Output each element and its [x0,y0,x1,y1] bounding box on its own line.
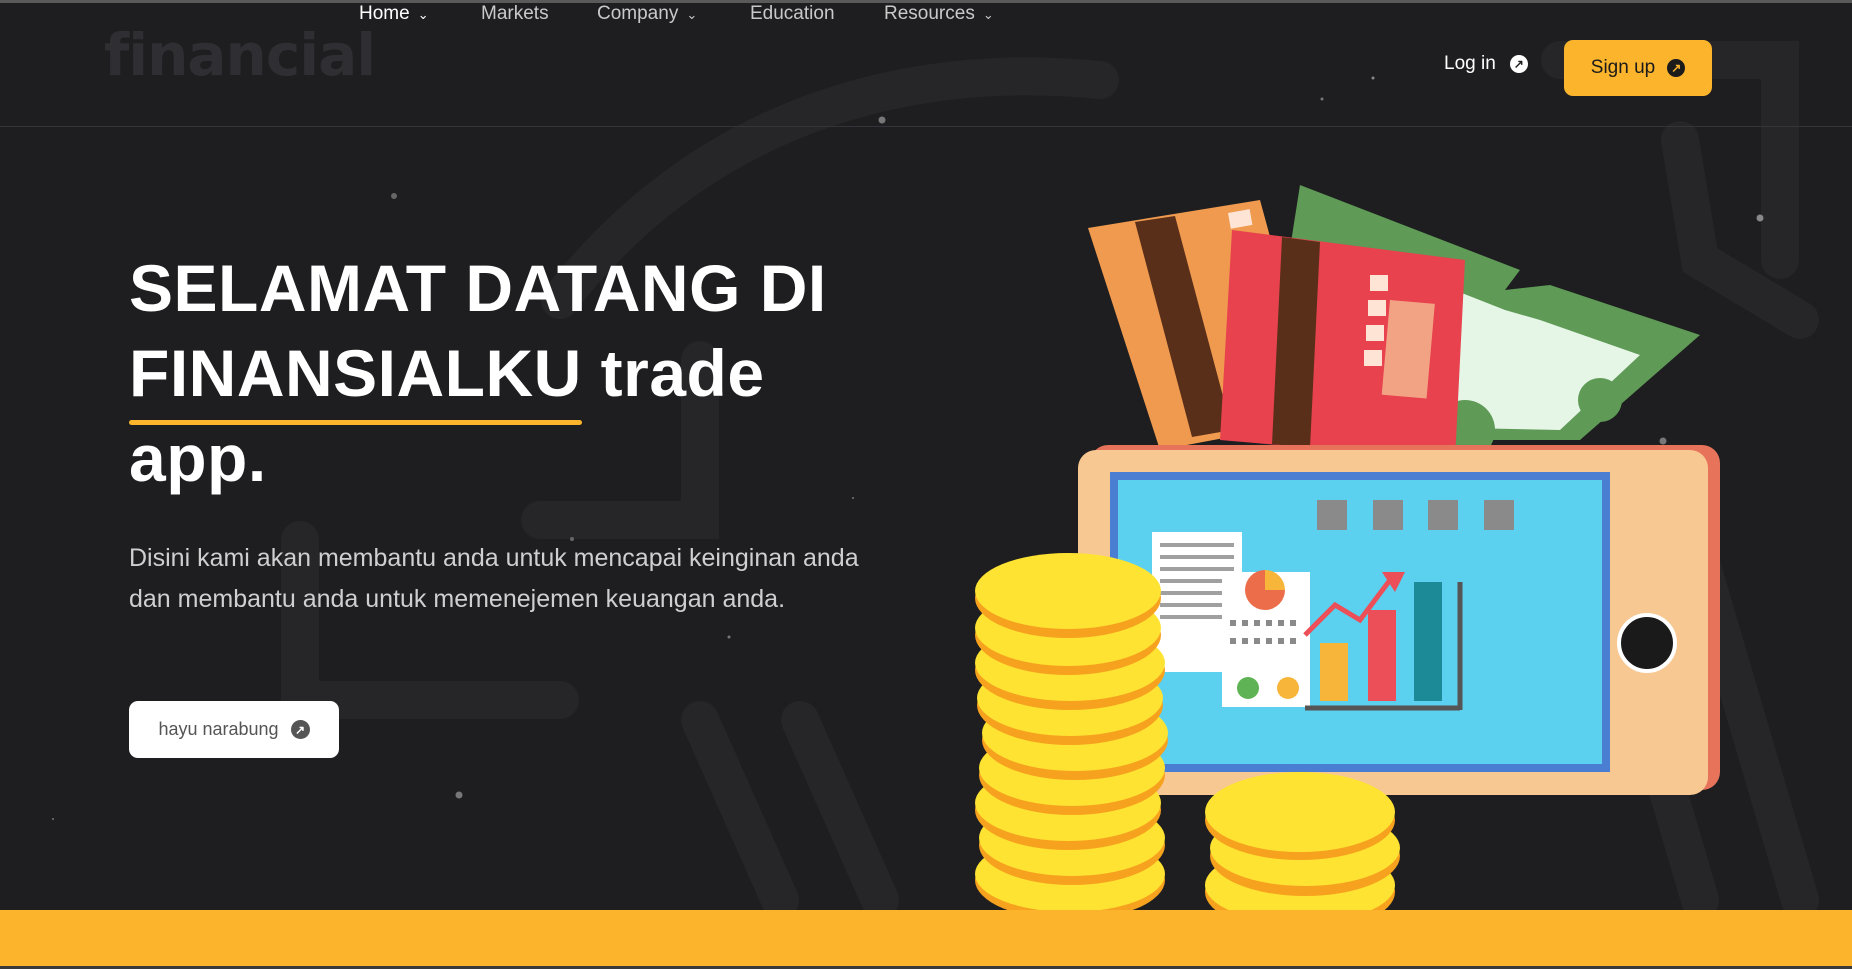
chevron-down-icon: ⌄ [686,7,698,22]
nav-company-label: Company [597,3,679,24]
nav-home[interactable]: Home ⌄ [359,3,429,25]
cta-label: hayu narabung [158,719,279,739]
nav-markets[interactable]: Markets [481,3,549,25]
login-label: Log in [1444,53,1496,74]
coin-stack-graphic [975,553,1168,920]
chevron-down-icon: ⌄ [417,7,429,22]
cta-button[interactable]: hayu narabung ↗ [129,701,339,758]
arrow-up-right-circle-icon: ↗ [1667,59,1686,77]
wallet-illustration [975,185,1720,932]
login-link[interactable]: Log in ↗ [1444,53,1528,75]
nav-markets-label: Markets [481,3,549,24]
nav-resources[interactable]: Resources ⌄ [884,3,994,25]
nav-home-label: Home [359,3,410,24]
accent-bar [0,910,1852,966]
nav-education-label: Education [750,3,835,24]
signup-label: Sign up [1590,57,1656,78]
hero-title-line3: app. [129,421,267,495]
hero-title-after-highlight: trade [581,336,765,410]
arrow-up-right-circle-icon: ↗ [1509,55,1528,73]
signup-button[interactable]: Sign up ↗ [1564,40,1712,96]
nav-education[interactable]: Education [750,3,835,25]
arrow-up-right-circle-icon: ↗ [290,720,310,739]
nav-resources-label: Resources [884,3,975,24]
coin-pile-graphic [1205,772,1400,932]
hero-title-line1: SELAMAT DATANG DI [129,251,827,325]
navbar: financial Home ⌄ Markets Company ⌄ Educa… [0,3,1852,127]
chevron-down-icon: ⌄ [982,7,994,22]
nav-company[interactable]: Company ⌄ [597,3,697,25]
red-card-graphic [1220,230,1465,460]
hero-title: SELAMAT DATANG DI FINANSIALKU trade app. [129,246,909,501]
logo[interactable]: financial [104,21,376,89]
hero-title-highlight: FINANSIALKU [129,331,582,425]
hero-description: Disini kami akan membantu anda untuk men… [129,544,859,613]
